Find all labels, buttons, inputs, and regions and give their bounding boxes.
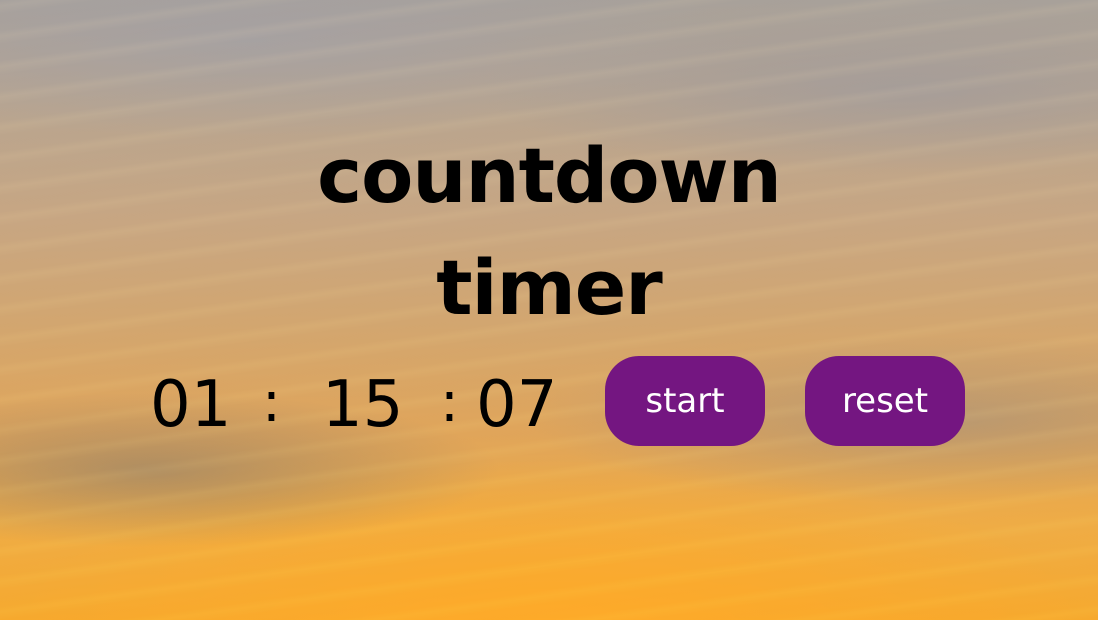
reset-button[interactable]: reset [805,356,965,446]
title-line-2: timer [436,243,663,332]
title-line-1: countdown [317,131,782,220]
page-title: countdown timer [0,120,1098,344]
colon-separator: : [262,370,281,435]
hours-display: 01 [150,368,232,442]
start-button[interactable]: start [605,356,765,446]
colon-separator: : [440,370,459,435]
minutes-display: 15 [322,368,404,442]
seconds-display: 07 [476,368,558,442]
